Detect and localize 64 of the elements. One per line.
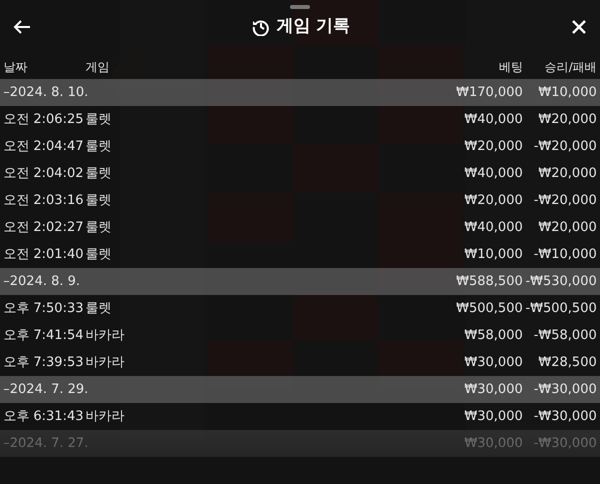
date-group-row[interactable]: –2024. 7. 29. ₩30,000 -₩30,000 xyxy=(0,376,600,403)
drag-handle[interactable] xyxy=(290,5,310,9)
column-header: 게임 xyxy=(85,58,110,76)
column-header: 날짜 xyxy=(3,58,28,76)
date-group-row[interactable]: –2024. 8. 10. ₩170,000 ₩10,000 xyxy=(0,79,600,106)
result-cell-text: ₩20,000 xyxy=(537,218,597,237)
bet-cell-text: ₩500,500 xyxy=(455,300,523,318)
column-header: 베팅 xyxy=(498,58,523,76)
group-date: –2024. 8. 9. xyxy=(3,272,80,291)
game-cell-text: 룰렛 xyxy=(85,164,112,183)
result-cell-text: ₩28,500 xyxy=(537,354,597,372)
group-result-total: -₩30,000 xyxy=(532,380,597,399)
time-cell-text: 오전 2:01:40 xyxy=(3,246,84,264)
group-result-total: ₩10,000 xyxy=(537,84,597,102)
result-cell-text: ₩20,000 xyxy=(537,164,597,183)
close-icon[interactable] xyxy=(570,19,587,35)
result-cell-text: -₩30,000 xyxy=(532,408,597,426)
back-arrow-icon[interactable] xyxy=(13,19,31,35)
date-group-row[interactable]: –2024. 8. 9. ₩588,500 -₩530,000 xyxy=(0,268,600,295)
game-cell-text: 바카라 xyxy=(85,326,124,345)
game-cell-text: 바카라 xyxy=(85,408,124,426)
history-icon xyxy=(252,18,270,36)
time-cell-text: 오전 2:06:25 xyxy=(3,110,84,129)
bet-cell-text: ₩10,000 xyxy=(463,246,523,264)
bet-cell-text: ₩40,000 xyxy=(463,218,523,237)
bet-cell-text: ₩40,000 xyxy=(463,110,523,129)
bet-cell-text: ₩20,000 xyxy=(463,192,523,210)
bet-cell-text: ₩30,000 xyxy=(463,354,523,372)
group-bet-total: ₩30,000 xyxy=(463,434,523,453)
game-cell-text: 룰렛 xyxy=(85,218,112,237)
group-bet-total: ₩30,000 xyxy=(463,380,523,399)
result-cell-text: -₩500,500 xyxy=(524,300,597,318)
column-header: 승리/패배 xyxy=(544,58,597,76)
time-cell-text: 오후 6:31:43 xyxy=(3,408,84,426)
group-bet-total: ₩170,000 xyxy=(455,84,523,102)
bet-cell-text: ₩20,000 xyxy=(463,138,523,156)
time-cell-text: 오전 2:03:16 xyxy=(3,192,84,210)
bet-cell-text: ₩30,000 xyxy=(463,408,523,426)
group-date: –2024. 7. 29. xyxy=(3,380,88,399)
game-cell-text: 룰렛 xyxy=(85,300,112,318)
game-cell-text: 룰렛 xyxy=(85,192,112,210)
time-cell-text: 오후 7:50:33 xyxy=(3,300,84,318)
group-result-total: -₩30,000 xyxy=(532,434,597,453)
time-cell-text: 오전 2:02:27 xyxy=(3,218,84,237)
result-cell-text: -₩20,000 xyxy=(532,138,597,156)
dialog-title: 게임 기록 xyxy=(276,15,350,38)
bet-cell-text: ₩58,000 xyxy=(463,326,523,345)
time-cell-text: 오전 2:04:47 xyxy=(3,138,84,156)
group-result-total: -₩530,000 xyxy=(524,272,597,291)
bet-cell-text: ₩40,000 xyxy=(463,164,523,183)
game-cell-text: 룰렛 xyxy=(85,138,112,156)
game-cell-text: 바카라 xyxy=(85,354,124,372)
game-cell-text: 룰렛 xyxy=(85,246,112,264)
group-date: –2024. 8. 10. xyxy=(3,84,88,102)
game-cell-text: 룰렛 xyxy=(85,110,112,129)
time-cell-text: 오후 7:41:54 xyxy=(3,326,84,345)
group-bet-total: ₩588,500 xyxy=(455,272,523,291)
result-cell-text: -₩10,000 xyxy=(532,246,597,264)
result-cell-text: -₩58,000 xyxy=(532,326,597,345)
result-cell-text: -₩20,000 xyxy=(532,192,597,210)
time-cell-text: 오전 2:04:02 xyxy=(3,164,84,183)
result-cell-text: ₩20,000 xyxy=(537,110,597,129)
group-date: –2024. 7. 27. xyxy=(3,434,88,453)
time-cell-text: 오후 7:39:53 xyxy=(3,354,84,372)
